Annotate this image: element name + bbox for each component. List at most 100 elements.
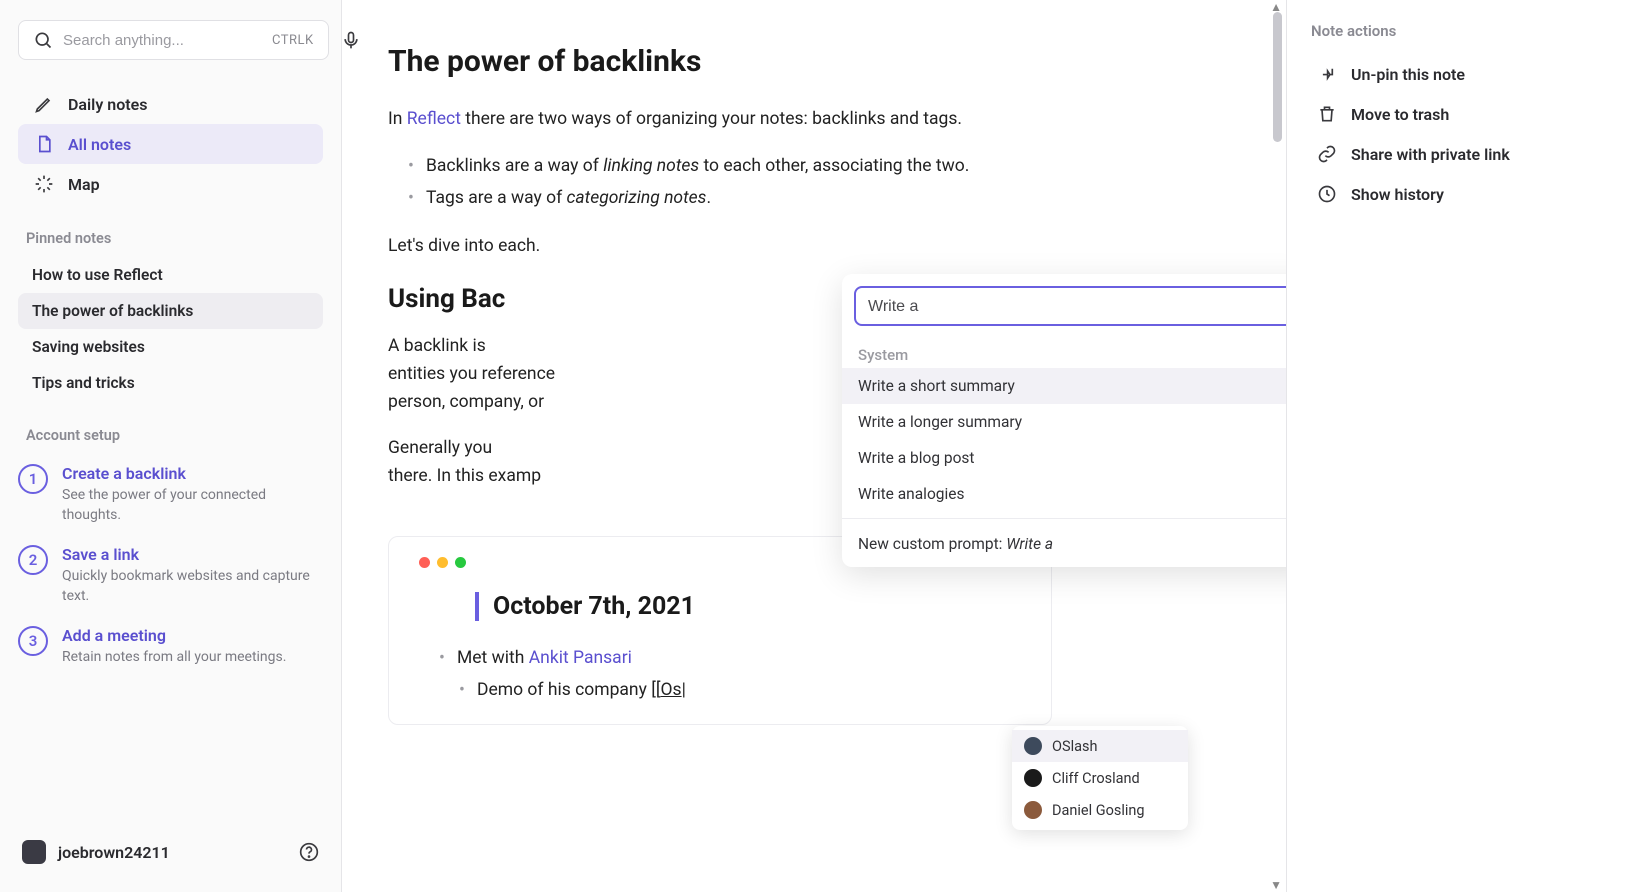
setup-item-meeting[interactable]: 3 Add a meeting Retain notes from all yo… — [18, 626, 323, 668]
setup-item-link[interactable]: 2 Save a link Quickly bookmark websites … — [18, 545, 323, 606]
suggest-item-daniel[interactable]: Daniel Gosling — [1012, 794, 1188, 826]
ai-option-short-summary[interactable]: Write a short summary — [842, 368, 1286, 404]
nav-daily-notes[interactable]: Daily notes — [18, 84, 323, 124]
text: Write a — [1006, 535, 1053, 553]
ai-option-blog-post[interactable]: Write a blog post — [842, 440, 1286, 476]
pencil-icon — [34, 94, 54, 114]
action-history[interactable]: Show history — [1307, 174, 1608, 214]
action-label: Move to trash — [1351, 105, 1449, 124]
link-query: Os — [661, 680, 682, 700]
action-share[interactable]: Share with private link — [1307, 134, 1608, 174]
trash-icon — [1317, 104, 1337, 124]
suggest-name: OSlash — [1052, 738, 1097, 755]
setup-num: 3 — [18, 626, 48, 656]
search-kbd: CTRLK — [272, 33, 314, 48]
avatar — [22, 840, 46, 864]
clock-icon — [1317, 184, 1337, 204]
action-trash[interactable]: Move to trash — [1307, 94, 1608, 134]
ai-option-longer-summary[interactable]: Write a longer summary — [842, 404, 1286, 440]
text: In — [388, 109, 407, 129]
person-link[interactable]: Ankit Pansari — [529, 648, 632, 668]
card-date: October 7th, 2021 — [475, 592, 1021, 621]
nested-list: Demo of his company [[Os| — [459, 675, 1021, 707]
action-label: Show history — [1351, 185, 1444, 204]
ai-prompt-popup: System Write a short summary Write a lon… — [842, 274, 1286, 567]
pinned-item-how-to[interactable]: How to use Reflect — [18, 257, 323, 293]
right-panel: Note actions Un-pin this note Move to tr… — [1286, 0, 1628, 892]
suggest-item-cliff[interactable]: Cliff Crosland — [1012, 762, 1188, 794]
link-suggest-popup: OSlash Cliff Crosland Daniel Gosling — [1012, 726, 1188, 830]
setup-title: Add a meeting — [62, 626, 286, 645]
sidebar-footer: joebrown24211 — [18, 832, 323, 872]
help-icon[interactable] — [299, 842, 319, 862]
text: . — [706, 188, 711, 208]
search-icon — [33, 30, 53, 50]
suggest-item-oslash[interactable]: OSlash — [1012, 730, 1188, 762]
ai-input[interactable] — [868, 298, 1286, 316]
user-row[interactable]: joebrown24211 — [22, 840, 170, 864]
intro-para: In Reflect there are two ways of organiz… — [388, 105, 1052, 133]
suggest-avatar — [1024, 737, 1042, 755]
nav-map[interactable]: Map — [18, 164, 323, 204]
action-unpin[interactable]: Un-pin this note — [1307, 54, 1608, 94]
dive-para: Let's dive into each. — [388, 232, 1052, 260]
document-icon — [34, 134, 54, 154]
search-row: CTRLK — [18, 20, 323, 60]
scroll-down-arrow[interactable]: ▼ — [1270, 878, 1282, 892]
setup-desc: Quickly bookmark websites and capture te… — [62, 567, 323, 606]
text: Tags are a way of — [426, 188, 567, 208]
scrollbar-thumb[interactable] — [1273, 12, 1282, 142]
main-area: ▲ ▼ The power of backlinks In Reflect th… — [342, 0, 1286, 892]
nav-all-notes[interactable]: All notes — [18, 124, 323, 164]
pinned-item-backlinks[interactable]: The power of backlinks — [18, 293, 323, 329]
nav-label: All notes — [68, 135, 131, 154]
note-title: The power of backlinks — [388, 44, 1052, 79]
text: New custom prompt: — [858, 535, 1006, 553]
text: Demo of his company [[ — [477, 680, 661, 700]
minimize-dot — [437, 557, 448, 568]
pinned-item-tips[interactable]: Tips and tricks — [18, 365, 323, 401]
card-list: Met with Ankit Pansari Demo of his compa… — [439, 643, 1021, 706]
setup-item-backlink[interactable]: 1 Create a backlink See the power of you… — [18, 464, 323, 525]
action-label: Un-pin this note — [1351, 65, 1465, 84]
search-input[interactable] — [63, 32, 262, 49]
pinned-item-saving[interactable]: Saving websites — [18, 329, 323, 365]
text: A backlink is — [388, 336, 490, 356]
text: there are two ways of organizing your no… — [461, 109, 962, 129]
text: Generally you — [388, 438, 492, 458]
setup-num: 2 — [18, 545, 48, 575]
text: linking notes — [603, 156, 699, 176]
search-box[interactable]: CTRLK — [18, 20, 329, 60]
sidebar: CTRLK Daily notes All notes Map Pinned n… — [0, 0, 342, 892]
pin-icon — [1317, 64, 1337, 84]
setup-desc: See the power of your connected thoughts… — [62, 486, 323, 525]
list-item: Tags are a way of categorizing notes. — [408, 183, 1052, 215]
text: Backlinks are a way of — [426, 156, 603, 176]
text: to each other, associating the two. — [699, 156, 969, 176]
action-label: Share with private link — [1351, 145, 1510, 164]
setup-list: 1 Create a backlink See the power of you… — [18, 464, 323, 688]
suggest-name: Daniel Gosling — [1052, 802, 1145, 819]
text: Met with — [457, 648, 529, 668]
actions-title: Note actions — [1311, 22, 1608, 40]
link-icon — [1317, 144, 1337, 164]
setup-num: 1 — [18, 464, 48, 494]
ai-option-analogies[interactable]: Write analogies — [842, 476, 1286, 512]
username: joebrown24211 — [58, 843, 170, 862]
reflect-link[interactable]: Reflect — [407, 109, 461, 129]
cursor: | — [682, 680, 686, 700]
setup-title: Create a backlink — [62, 464, 323, 483]
list-item: Backlinks are a way of linking notes to … — [408, 151, 1052, 183]
sparkle-icon — [34, 174, 54, 194]
ai-custom-prompt[interactable]: New custom prompt: Write a — [842, 525, 1286, 567]
pinned-label: Pinned notes — [26, 230, 323, 247]
ai-input-wrap[interactable] — [854, 286, 1286, 326]
setup-desc: Retain notes from all your meetings. — [62, 648, 286, 668]
nav-label: Map — [68, 175, 100, 194]
divider — [842, 518, 1286, 519]
list-item[interactable]: Demo of his company [[Os| — [459, 675, 1021, 707]
ai-section-label: System — [842, 338, 1286, 368]
suggest-avatar — [1024, 769, 1042, 787]
suggest-avatar — [1024, 801, 1042, 819]
intro-list: Backlinks are a way of linking notes to … — [408, 151, 1052, 214]
